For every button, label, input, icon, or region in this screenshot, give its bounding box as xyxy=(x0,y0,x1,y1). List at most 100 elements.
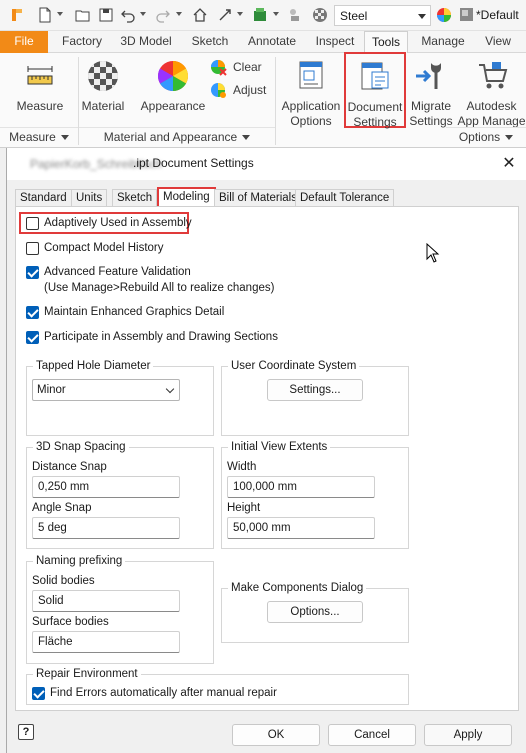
tab-file[interactable]: File xyxy=(0,31,48,53)
checkbox-box xyxy=(26,266,39,279)
height-input[interactable]: 50,000 mm xyxy=(227,517,375,539)
close-icon[interactable]: ✕ xyxy=(499,154,519,174)
ipart-icon[interactable] xyxy=(252,7,268,23)
quick-access-toolbar: Steel *Default xyxy=(0,0,526,31)
tab-bill-of-materials[interactable]: Bill of Materials xyxy=(214,189,302,206)
mouse-cursor-icon xyxy=(426,243,440,263)
view-extents-group: Initial View Extents Width 100,000 mm He… xyxy=(221,440,409,549)
ok-button[interactable]: OK xyxy=(232,724,320,746)
checkbox-box xyxy=(26,306,39,319)
snap-spacing-group: 3D Snap Spacing Distance Snap 0,250 mm A… xyxy=(26,440,214,549)
group-options-label[interactable]: Options xyxy=(446,127,526,146)
tab-units[interactable]: Units xyxy=(71,189,108,206)
migrate-settings-button[interactable]: Migrate Settings xyxy=(406,59,456,129)
new-dropdown-icon[interactable] xyxy=(57,12,63,16)
naming-prefix-group: Naming prefixing Solid bodies Solid Surf… xyxy=(26,554,214,664)
solid-bodies-label: Solid bodies xyxy=(32,575,95,587)
surface-bodies-label: Surface bodies xyxy=(32,616,109,628)
tab-view[interactable]: View xyxy=(477,31,519,53)
tab-annotate[interactable]: Annotate xyxy=(241,31,303,53)
appearance-wheel-icon[interactable] xyxy=(436,7,452,23)
home-icon[interactable] xyxy=(192,7,208,23)
appearance-swatch-icon xyxy=(460,8,473,21)
ribbon-panel: Measure Material Appearance Clear Adjust… xyxy=(0,52,526,148)
angle-snap-input[interactable]: 5 deg xyxy=(32,517,180,539)
document-settings-button[interactable]: Document Settings xyxy=(344,52,406,129)
tab-sketch[interactable]: Sketch xyxy=(184,31,236,53)
group-separator xyxy=(275,57,276,145)
color-wheel-icon xyxy=(156,59,190,93)
ucs-group: User Coordinate System Settings... xyxy=(221,359,409,436)
material-button[interactable]: Material xyxy=(79,59,127,114)
document-settings-icon xyxy=(358,60,392,94)
open-folder-icon[interactable] xyxy=(75,7,91,23)
material-combo[interactable]: Steel xyxy=(334,5,431,26)
ribbon-tab-bar: File Factory 3D Model Sketch Annotate In… xyxy=(0,31,526,54)
clear-appearance-icon xyxy=(211,60,227,76)
undo-dropdown-icon[interactable] xyxy=(140,12,146,16)
update-icon[interactable] xyxy=(217,7,233,23)
tab-sketch[interactable]: Sketch xyxy=(112,189,158,206)
height-label: Height xyxy=(227,502,261,514)
checkbox-box xyxy=(26,217,39,230)
clear-appearance-button[interactable]: Clear xyxy=(210,59,270,77)
ucs-settings-button[interactable]: Settings... xyxy=(267,379,363,401)
advanced-validation-note: (Use Manage>Rebuild All to realize chang… xyxy=(44,282,275,294)
tab-default-tolerance[interactable]: Default Tolerance xyxy=(295,189,395,206)
distance-snap-label: Distance Snap xyxy=(32,461,107,473)
tab-tools[interactable]: Tools xyxy=(364,31,408,54)
adjust-appearance-button[interactable]: Adjust xyxy=(210,82,270,100)
app-manager-button[interactable]: Autodesk App Manage xyxy=(457,59,526,129)
document-settings-dialog: PapierKorb_Schreibtisch .ipt Document Se… xyxy=(6,148,526,753)
distance-snap-input[interactable]: 0,250 mm xyxy=(32,476,180,498)
dialog-title-bar: PapierKorb_Schreibtisch .ipt Document Se… xyxy=(7,148,526,180)
application-options-button[interactable]: Application Options xyxy=(278,59,344,129)
tab-standard[interactable]: Standard xyxy=(15,189,72,206)
cancel-button[interactable]: Cancel xyxy=(328,724,416,746)
components-options-button[interactable]: Options... xyxy=(267,601,363,623)
surface-bodies-input[interactable]: Fläche xyxy=(32,631,180,653)
width-label: Width xyxy=(227,461,257,473)
chevron-down-icon xyxy=(165,384,175,394)
tapped-hole-group: Tapped Hole Diameter Minor xyxy=(26,359,214,436)
checkbox-box xyxy=(26,242,39,255)
appearance-combo[interactable]: *Default xyxy=(459,5,526,26)
measure-button[interactable]: Measure xyxy=(10,59,70,114)
new-file-icon[interactable] xyxy=(37,7,53,23)
migrate-wrench-icon xyxy=(414,59,448,93)
help-icon[interactable]: ? xyxy=(18,724,34,740)
angle-snap-label: Angle Snap xyxy=(32,502,92,514)
update-dropdown-icon[interactable] xyxy=(237,12,243,16)
tab-modeling[interactable]: Modeling xyxy=(157,187,216,206)
tab-3d-model[interactable]: 3D Model xyxy=(114,31,178,53)
ipart-dropdown-icon[interactable] xyxy=(273,12,279,16)
chevron-down-icon xyxy=(505,135,514,141)
tab-inspect[interactable]: Inspect xyxy=(308,31,362,53)
solid-bodies-input[interactable]: Solid xyxy=(32,590,180,612)
checkbox-box xyxy=(32,687,45,700)
apply-button[interactable]: Apply xyxy=(424,724,512,746)
undo-icon[interactable] xyxy=(120,7,136,23)
select-filter-icon[interactable] xyxy=(287,7,303,23)
modeling-panel: Adaptively Used in Assembly Compact Mode… xyxy=(15,206,519,711)
save-icon[interactable] xyxy=(98,7,114,23)
tapped-hole-select[interactable]: Minor xyxy=(32,379,180,401)
group-material-appearance-label[interactable]: Material and Appearance xyxy=(79,127,275,146)
redo-dropdown-icon[interactable] xyxy=(176,12,182,16)
chevron-down-icon xyxy=(242,135,251,141)
checkbox-box xyxy=(26,331,39,344)
chevron-down-icon xyxy=(60,135,69,141)
repair-environment-group: Repair Environment Find Errors automatic… xyxy=(26,667,409,705)
appearance-button[interactable]: Appearance xyxy=(138,59,208,114)
width-input[interactable]: 100,000 mm xyxy=(227,476,375,498)
tab-manage[interactable]: Manage xyxy=(414,31,472,53)
dialog-title: .ipt Document Settings xyxy=(133,156,254,170)
app-menu-icon[interactable] xyxy=(9,7,25,23)
measure-ruler-icon xyxy=(23,59,57,93)
material-sphere-icon[interactable] xyxy=(312,7,328,23)
app-manager-cart-icon xyxy=(475,59,509,93)
tab-factory[interactable]: Factory xyxy=(55,31,109,53)
redo-icon[interactable] xyxy=(155,7,171,23)
material-checker-sphere-icon xyxy=(86,59,120,93)
group-measure-label[interactable]: Measure xyxy=(0,127,78,146)
